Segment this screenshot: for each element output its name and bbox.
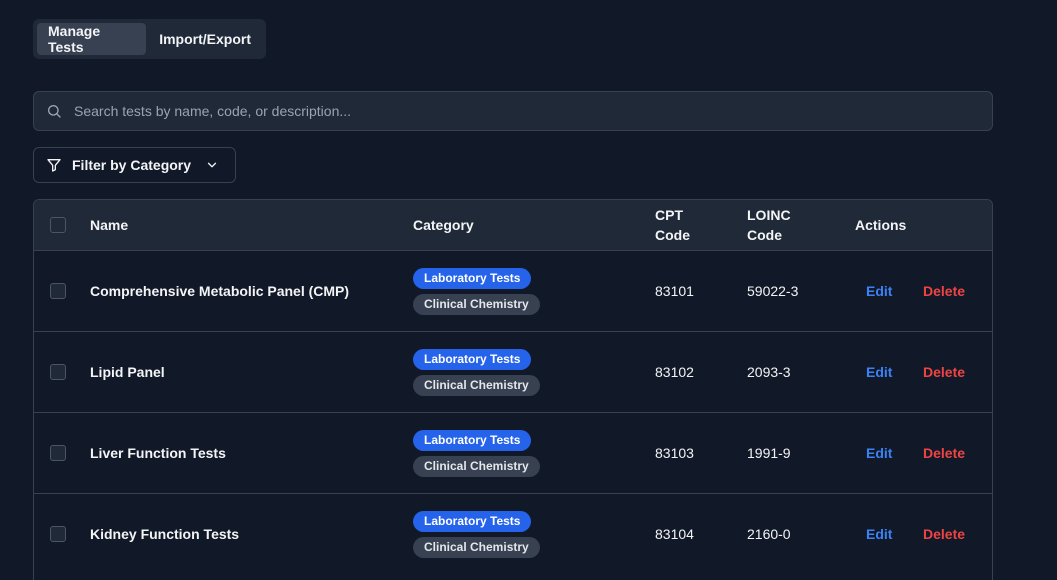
edit-button[interactable]: Edit <box>866 251 892 331</box>
cpt-code: 83104 <box>655 526 694 542</box>
row-checkbox[interactable] <box>50 526 66 542</box>
loinc-code: 2093-3 <box>747 364 791 380</box>
category-badge: Laboratory Tests <box>413 267 532 289</box>
table-row: Comprehensive Metabolic Panel (CMP) Labo… <box>34 250 992 331</box>
select-all-checkbox[interactable] <box>50 217 66 233</box>
delete-button[interactable]: Delete <box>923 413 965 493</box>
search-input[interactable] <box>74 92 992 130</box>
edit-button[interactable]: Edit <box>866 413 892 493</box>
category-badge: Laboratory Tests <box>413 348 532 370</box>
cpt-code: 83102 <box>655 364 694 380</box>
subcategory-badge: Clinical Chemistry <box>413 293 540 315</box>
test-name: Kidney Function Tests <box>90 526 240 542</box>
chevron-down-icon <box>207 162 217 168</box>
table-row: Kidney Function Tests Laboratory Tests C… <box>34 493 992 574</box>
search-bar <box>33 91 993 131</box>
header-actions: Actions <box>855 217 907 233</box>
search-icon <box>48 105 61 118</box>
cpt-code: 83101 <box>655 283 694 299</box>
delete-button[interactable]: Delete <box>923 251 965 331</box>
header-loinc-line1: LOINC <box>747 207 791 223</box>
row-checkbox[interactable] <box>50 445 66 461</box>
tab-list: Manage Tests Import/Export <box>33 19 266 59</box>
tab-manage-tests[interactable]: Manage Tests <box>37 23 147 55</box>
row-checkbox[interactable] <box>50 364 66 380</box>
row-checkbox[interactable] <box>50 283 66 299</box>
header-name: Name <box>90 217 129 233</box>
category-badges: Laboratory Tests Clinical Chemistry <box>413 413 540 493</box>
subcategory-badge: Clinical Chemistry <box>413 455 540 477</box>
loinc-code: 2160-0 <box>747 526 791 542</box>
test-name: Comprehensive Metabolic Panel (CMP) <box>90 283 350 299</box>
category-badges: Laboratory Tests Clinical Chemistry <box>413 332 540 412</box>
test-name: Lipid Panel <box>90 364 165 380</box>
tab-import-export[interactable]: Import/Export <box>148 23 262 55</box>
header-cpt-code: CPT Code <box>655 200 690 250</box>
header-loinc-line2: Code <box>747 227 782 243</box>
filter-icon <box>47 159 61 172</box>
loinc-code: 59022-3 <box>747 283 799 299</box>
subcategory-badge: Clinical Chemistry <box>413 374 540 396</box>
filter-by-category-button[interactable]: Filter by Category <box>33 147 236 183</box>
edit-button[interactable]: Edit <box>866 332 892 412</box>
header-cpt-line2: Code <box>655 227 690 243</box>
category-badges: Laboratory Tests Clinical Chemistry <box>413 494 540 574</box>
header-category: Category <box>413 217 474 233</box>
table-row: Lipid Panel Laboratory Tests Clinical Ch… <box>34 331 992 412</box>
filter-label: Filter by Category <box>72 157 192 173</box>
test-management-page: Manage Tests Import/Export Filter by Cat… <box>0 0 1057 580</box>
edit-button[interactable]: Edit <box>866 494 892 574</box>
header-loinc-code: LOINC Code <box>747 200 791 250</box>
cpt-code: 83103 <box>655 445 694 461</box>
delete-button[interactable]: Delete <box>923 494 965 574</box>
category-badge: Laboratory Tests <box>413 510 532 532</box>
delete-button[interactable]: Delete <box>923 332 965 412</box>
table-row: Liver Function Tests Laboratory Tests Cl… <box>34 412 992 493</box>
test-name: Liver Function Tests <box>90 445 226 461</box>
table-header: Name Category CPT Code LOINC Code Action… <box>34 200 992 250</box>
category-badges: Laboratory Tests Clinical Chemistry <box>413 251 540 331</box>
tests-table: Name Category CPT Code LOINC Code Action… <box>33 199 993 580</box>
loinc-code: 1991-9 <box>747 445 791 461</box>
header-cpt-line1: CPT <box>655 207 683 223</box>
category-badge: Laboratory Tests <box>413 429 532 451</box>
subcategory-badge: Clinical Chemistry <box>413 536 540 558</box>
